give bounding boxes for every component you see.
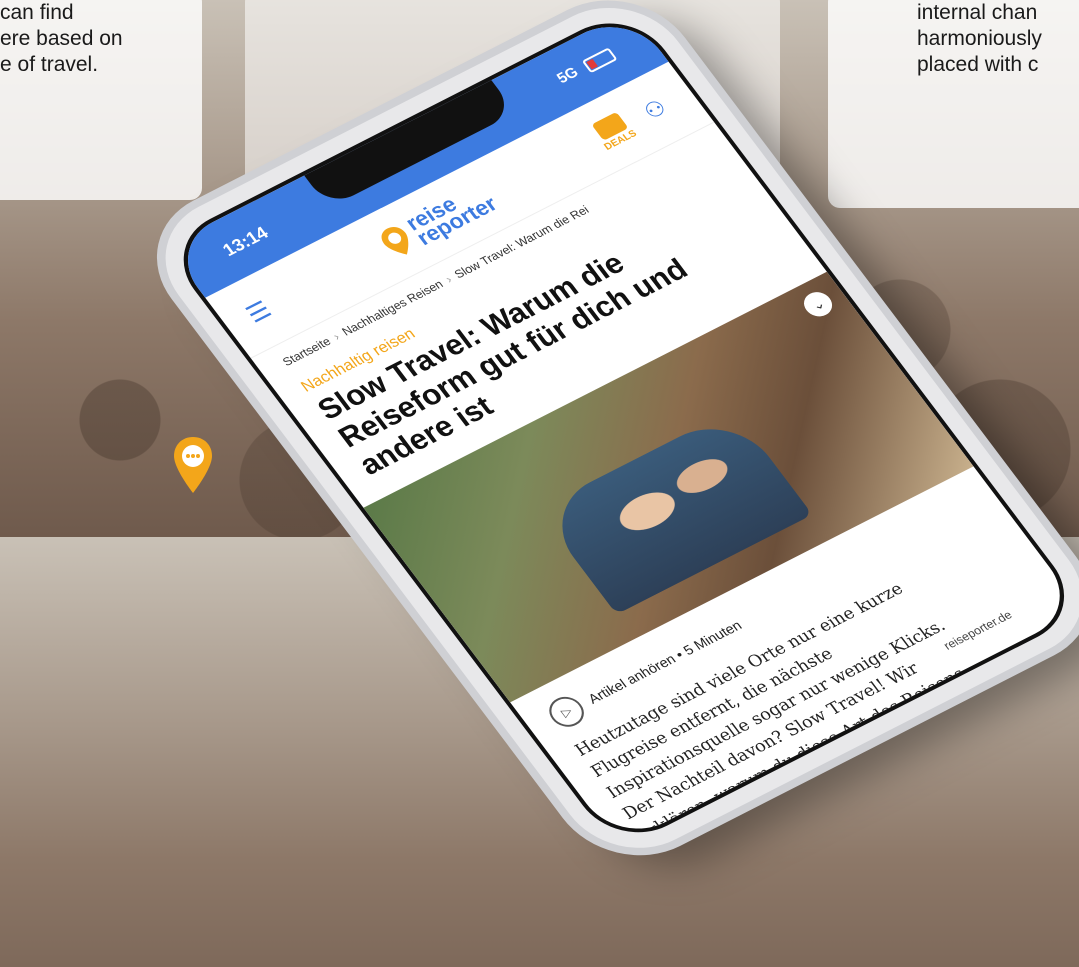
status-time: 13:14: [218, 222, 273, 260]
status-network: 5G: [554, 46, 618, 87]
breadcrumb-separator: ›: [330, 329, 343, 344]
right-card-line: internal chan: [917, 1, 1038, 24]
phone-body: 13:14 5G ☰ reise reporter DEALS ⚇ Starts…: [136, 0, 1079, 872]
breadcrumb-separator: ›: [442, 272, 455, 286]
network-label: 5G: [553, 64, 582, 87]
user-icon[interactable]: ⚇: [639, 92, 678, 125]
battery-icon: [581, 47, 618, 73]
logo-wordmark: reise reporter: [400, 180, 501, 250]
phone-mockup: 13:14 5G ☰ reise reporter DEALS ⚇ Starts…: [0, 0, 1079, 872]
phone-screen: 13:14 5G ☰ reise reporter DEALS ⚇ Starts…: [160, 4, 1079, 852]
play-icon[interactable]: ▷: [542, 691, 591, 733]
breadcrumb-item[interactable]: Startseite: [280, 334, 334, 368]
chevron-down-icon[interactable]: ⌄: [798, 287, 838, 321]
